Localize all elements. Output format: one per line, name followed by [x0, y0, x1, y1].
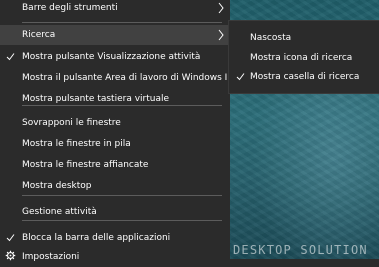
menu-item-side-by-side-windows[interactable]: Mostra le finestre affiancate: [0, 155, 230, 175]
menu-item-label: Blocca la barra delle applicazioni: [22, 233, 171, 243]
menu-separator: [22, 195, 222, 196]
menu-separator: [22, 22, 222, 23]
menu-separator: [22, 220, 222, 221]
menu-item-show-desktop[interactable]: Mostra desktop: [0, 176, 230, 196]
menu-item-label: Mostra le finestre in pila: [22, 139, 131, 149]
checkmark-icon: [6, 53, 15, 61]
checkmark-icon: [236, 73, 245, 81]
taskbar-context-menu: Barre degli strumenti Ricerca Mostra pul…: [0, 0, 238, 263]
menu-item-label: Impostazioni: [22, 252, 80, 262]
menu-item-show-task-view[interactable]: Mostra pulsante Visualizzazione attività: [0, 47, 230, 67]
submenu-item-show-search-icon[interactable]: Mostra icona di ricerca: [229, 48, 379, 68]
submenu-item-hidden[interactable]: Nascosta: [229, 28, 379, 48]
menu-item-settings[interactable]: Impostazioni: [0, 247, 230, 267]
menu-item-stacked-windows[interactable]: Mostra le finestre in pila: [0, 134, 230, 154]
chevron-right-icon: [218, 29, 224, 41]
search-submenu: Nascosta Mostra icona di ricerca Mostra …: [229, 21, 379, 93]
menu-item-lock-taskbar[interactable]: Blocca la barra delle applicazioni: [0, 228, 230, 248]
menu-item-cascade-windows[interactable]: Sovrapponi le finestre: [0, 113, 230, 133]
menu-item-toolbars[interactable]: Barre degli strumenti: [0, 0, 230, 18]
menu-item-task-manager[interactable]: Gestione attività: [0, 202, 230, 222]
menu-item-label: Mostra le finestre affiancate: [22, 160, 149, 170]
submenu-item-label: Mostra casella di ricerca: [250, 72, 360, 82]
menu-item-label: Mostra pulsante tastiera virtuale: [22, 94, 170, 104]
submenu-item-show-search-box[interactable]: Mostra casella di ricerca: [229, 67, 379, 87]
menu-separator: [22, 105, 222, 106]
menu-item-search[interactable]: Ricerca: [0, 25, 230, 45]
menu-item-show-touch-keyboard[interactable]: Mostra pulsante tastiera virtuale: [0, 89, 230, 109]
menu-item-label: Mostra desktop: [22, 181, 92, 191]
submenu-item-label: Nascosta: [250, 33, 292, 43]
menu-item-label: Barre degli strumenti: [22, 3, 118, 13]
gear-icon: [5, 250, 16, 261]
desktop-watermark: DESKTOP SOLUTION: [233, 243, 368, 257]
menu-item-label: Gestione attività: [22, 207, 97, 217]
menu-item-label: Mostra il pulsante Area di lavoro di Win…: [22, 73, 239, 83]
menu-item-show-windows-ink[interactable]: Mostra il pulsante Area di lavoro di Win…: [0, 68, 238, 88]
menu-item-label: Mostra pulsante Visualizzazione attività: [22, 52, 201, 62]
checkmark-icon: [6, 234, 15, 242]
submenu-item-label: Mostra icona di ricerca: [250, 53, 353, 63]
menu-item-label: Sovrapponi le finestre: [22, 118, 121, 128]
menu-item-label: Ricerca: [22, 30, 56, 40]
chevron-right-icon: [218, 2, 224, 14]
